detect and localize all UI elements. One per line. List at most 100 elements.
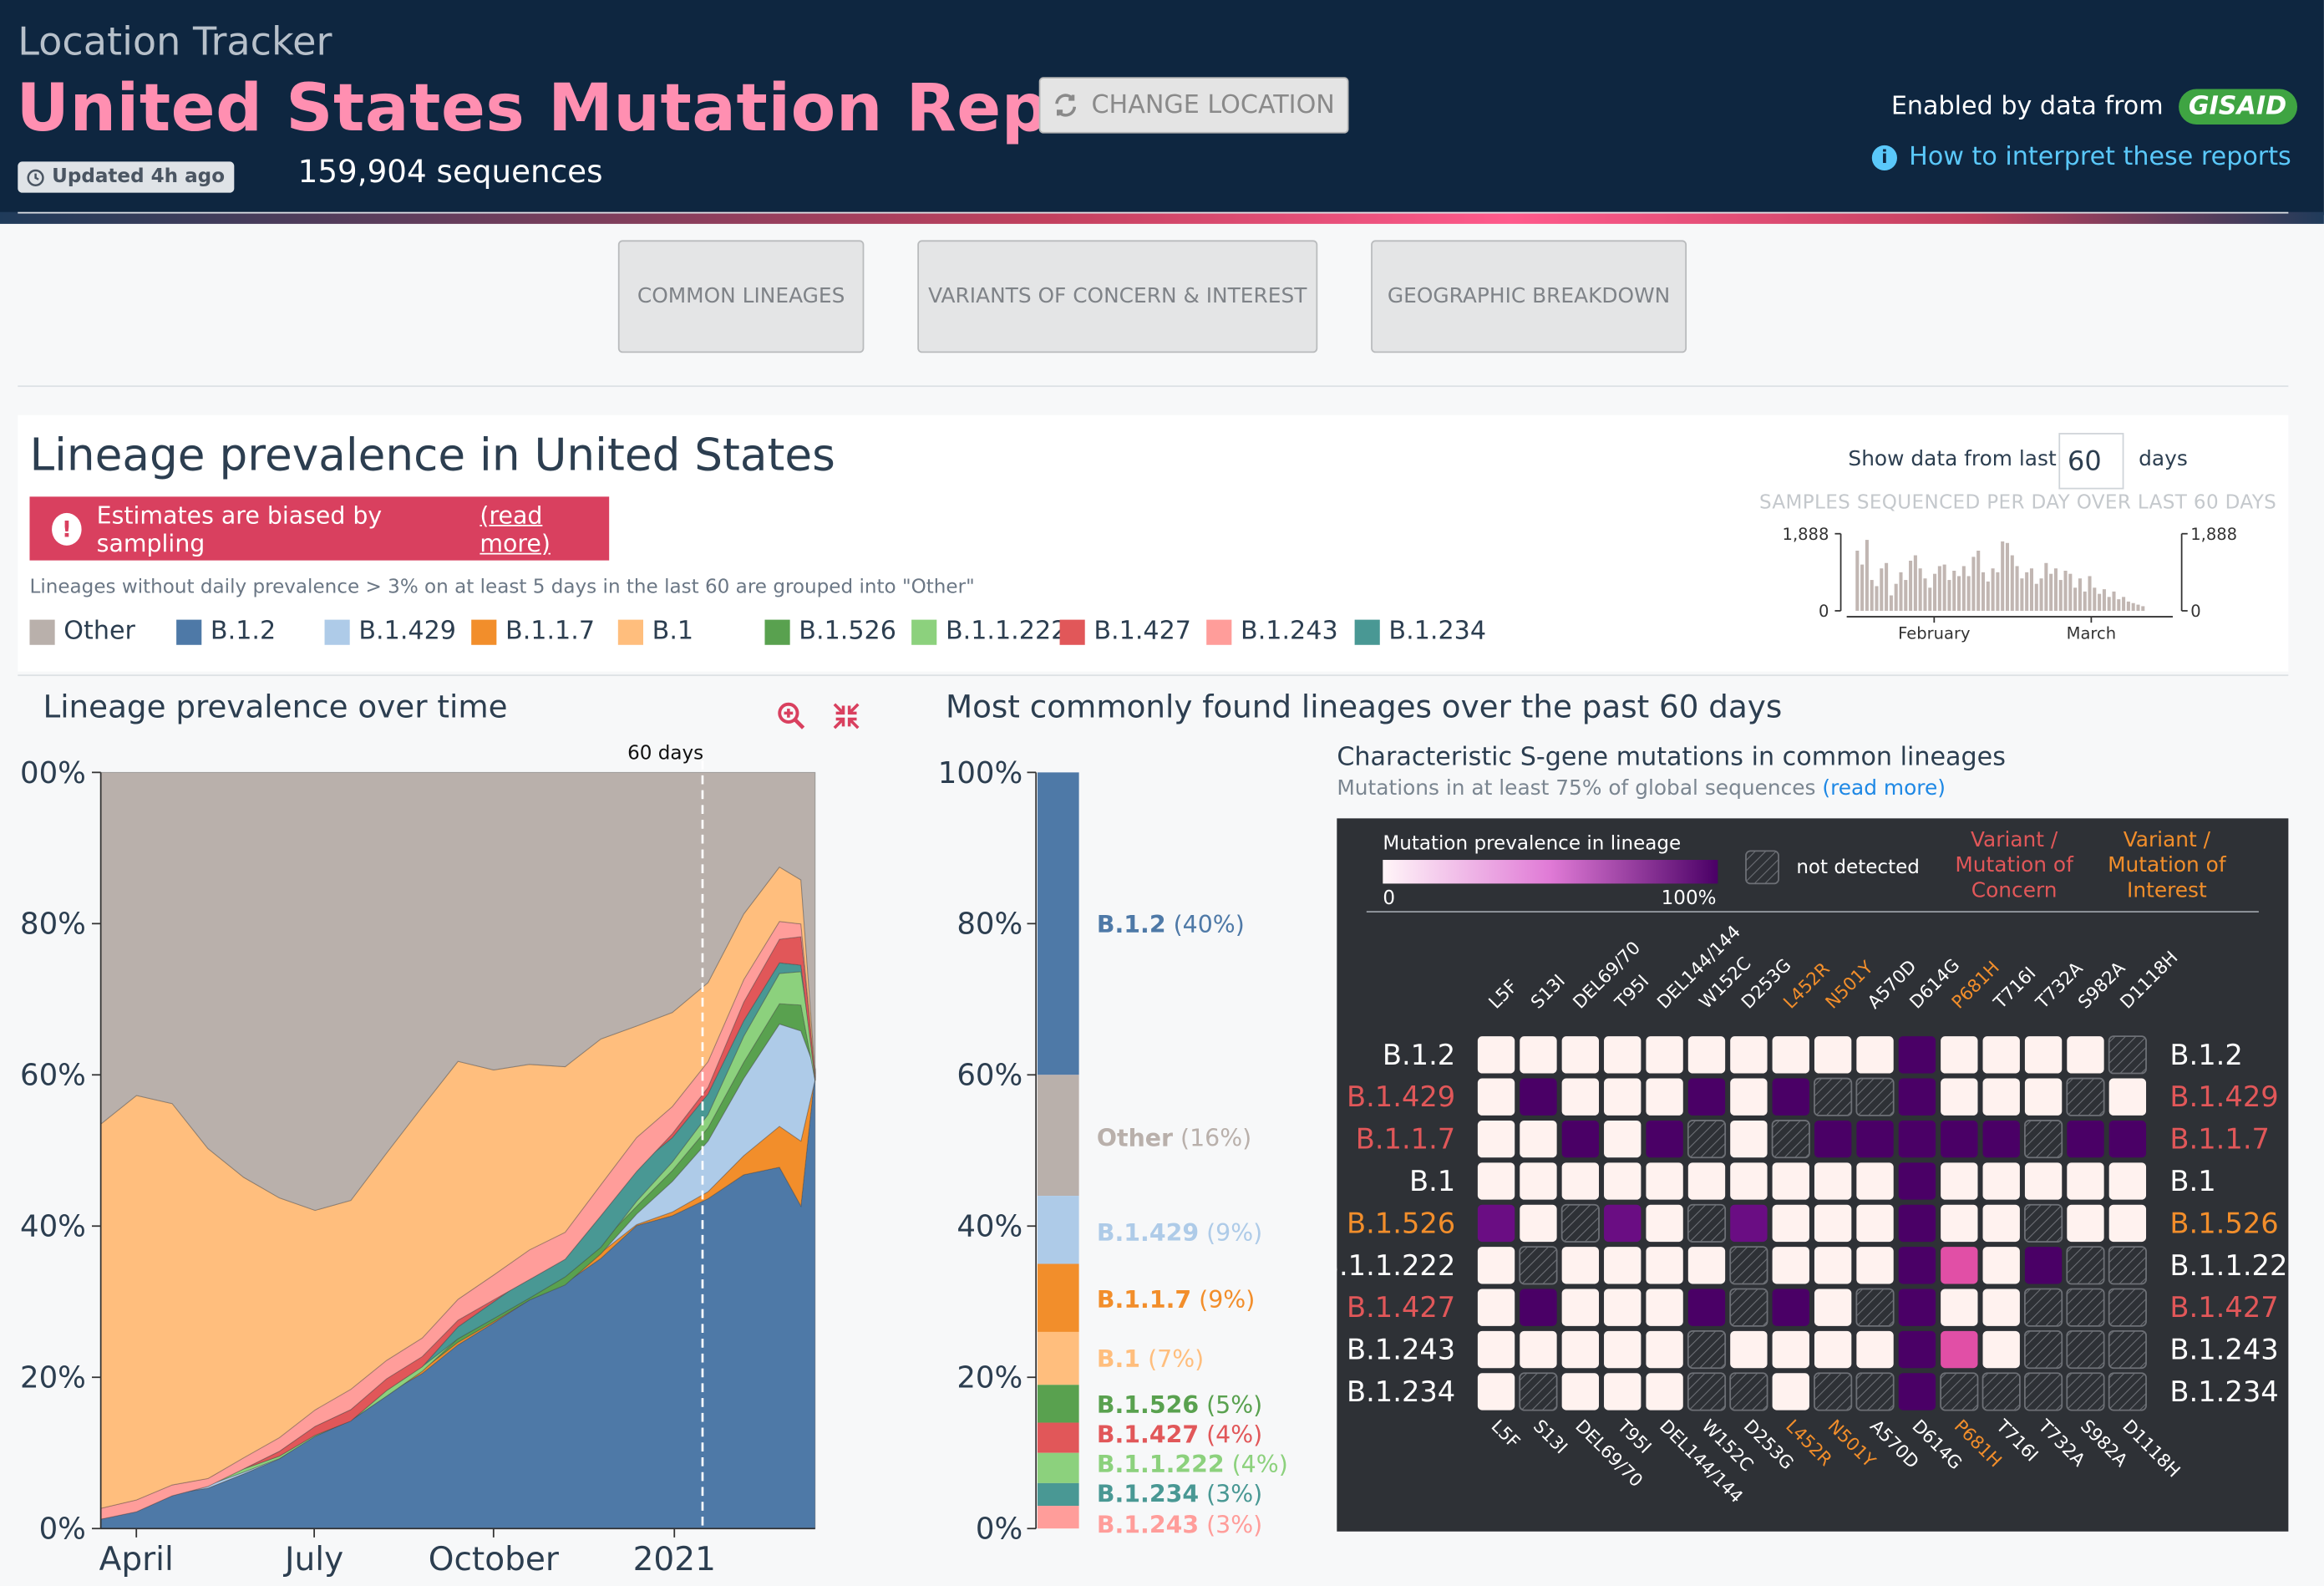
heatmap-cell[interactable] xyxy=(1898,1289,1936,1326)
heatmap-cell[interactable] xyxy=(2024,1120,2063,1159)
heatmap-cell[interactable] xyxy=(1520,1289,1557,1326)
heatmap-cell[interactable] xyxy=(1856,1204,1894,1243)
heatmap-cell[interactable] xyxy=(1856,1036,1894,1074)
heatmap-cell[interactable] xyxy=(1855,1372,1895,1411)
legend-item[interactable]: B.1.243 xyxy=(1206,617,1338,647)
heatmap-cell[interactable] xyxy=(1604,1289,1642,1326)
tab-geographic[interactable]: GEOGRAPHIC BREAKDOWN xyxy=(1371,240,1687,353)
heatmap-cell[interactable] xyxy=(1855,1077,1895,1116)
heatmap-cell[interactable] xyxy=(1477,1078,1515,1116)
heatmap-cell[interactable] xyxy=(1646,1247,1683,1284)
heatmap-cell[interactable] xyxy=(1729,1288,1768,1327)
heatmap-cell[interactable] xyxy=(1982,1204,2020,1243)
heatmap-cell[interactable] xyxy=(1561,1078,1600,1116)
heatmap-cell[interactable] xyxy=(1561,1373,1600,1411)
heatmap-cell[interactable] xyxy=(1814,1289,1852,1326)
heatmap-cell[interactable] xyxy=(2066,1329,2105,1370)
heatmap-cell[interactable] xyxy=(1771,1120,1810,1159)
heatmap-cell[interactable] xyxy=(2108,1372,2147,1411)
heatmap-cell[interactable] xyxy=(2066,1288,2105,1327)
heatmap-cell[interactable] xyxy=(1982,1330,2020,1369)
heatmap-cell[interactable] xyxy=(2067,1204,2104,1243)
heatmap-cell[interactable] xyxy=(1520,1162,1557,1200)
heatmap-cell[interactable] xyxy=(2108,1162,2147,1200)
heatmap-cell[interactable] xyxy=(1477,1120,1515,1158)
heatmap-cell[interactable] xyxy=(1687,1289,1726,1326)
heatmap-cell[interactable] xyxy=(1477,1036,1515,1074)
legend-item[interactable]: B.1.2 xyxy=(176,617,276,647)
tab-common-lineages[interactable]: COMMON LINEAGES xyxy=(617,240,865,353)
gisaid-logo[interactable]: GISAID xyxy=(2178,89,2297,125)
heatmap-cell[interactable] xyxy=(2024,1288,2063,1327)
heatmap-cell[interactable] xyxy=(2024,1372,2063,1411)
heatmap-cell[interactable] xyxy=(1898,1036,1936,1074)
heatmap-cell[interactable] xyxy=(1772,1373,1809,1411)
bar-segment-b-1[interactable] xyxy=(1037,1331,1079,1385)
heatmap-cell[interactable] xyxy=(1772,1204,1809,1243)
legend-item[interactable]: B.1.429 xyxy=(324,617,456,647)
heatmap-cell[interactable] xyxy=(2067,1120,2104,1158)
legend-item[interactable]: B.1.427 xyxy=(1059,617,1191,647)
heatmap-cell[interactable] xyxy=(1982,1162,2020,1200)
heatmap-cell[interactable] xyxy=(1814,1120,1852,1158)
days-input[interactable]: 60 xyxy=(2058,433,2124,490)
heatmap-cell[interactable] xyxy=(1604,1204,1642,1243)
heatmap-cell[interactable] xyxy=(1520,1330,1557,1369)
heatmap-cell[interactable] xyxy=(1519,1372,1558,1411)
heatmap-cell[interactable] xyxy=(2066,1372,2105,1411)
heatmap-cell[interactable] xyxy=(1772,1247,1809,1284)
heatmap-cell[interactable] xyxy=(1898,1204,1936,1243)
heatmap-cell[interactable] xyxy=(1730,1078,1768,1116)
interpret-link[interactable]: i How to interpret these reports xyxy=(1871,142,2291,172)
legend-item[interactable]: B.1 xyxy=(617,617,693,647)
heatmap-cell[interactable] xyxy=(1604,1373,1642,1411)
bar-segment-b-1-2[interactable] xyxy=(1037,772,1079,1075)
bar-segment-b-1-1-7[interactable] xyxy=(1037,1263,1079,1332)
heatmap-cell[interactable] xyxy=(1520,1036,1557,1074)
heatmap-cell[interactable] xyxy=(1730,1330,1768,1369)
heatmap-cell[interactable] xyxy=(1730,1120,1768,1158)
heatmap-cell[interactable] xyxy=(1772,1289,1809,1326)
heatmap-cell[interactable] xyxy=(1560,1203,1600,1243)
change-location-button[interactable]: CHANGE LOCATION xyxy=(1038,77,1349,134)
heatmap-cell[interactable] xyxy=(2108,1120,2147,1158)
heatmap-cell[interactable] xyxy=(1646,1330,1683,1369)
zoom-in-icon[interactable] xyxy=(777,701,806,738)
heatmap-cell[interactable] xyxy=(1561,1036,1600,1074)
heatmap-cell[interactable] xyxy=(1729,1246,1768,1285)
heatmap-cell[interactable] xyxy=(1604,1330,1642,1369)
heatmap-cell[interactable] xyxy=(1855,1288,1895,1327)
legend-item[interactable]: B.1.526 xyxy=(764,617,896,647)
heatmap-cell[interactable] xyxy=(2024,1247,2063,1284)
heatmap-cell[interactable] xyxy=(1814,1036,1852,1074)
legend-item[interactable]: Other xyxy=(29,617,135,647)
heatmap-cell[interactable] xyxy=(1561,1247,1600,1284)
heatmap-cell[interactable] xyxy=(1477,1330,1515,1369)
legend-item[interactable]: B.1.1.222 xyxy=(911,617,1067,647)
heatmap-cell[interactable] xyxy=(1856,1120,1894,1158)
heatmap-cell[interactable] xyxy=(2108,1329,2147,1370)
heatmap-cell[interactable] xyxy=(1941,1120,1978,1158)
legend-item[interactable]: B.1.1.7 xyxy=(471,617,595,647)
heatmap-cell[interactable] xyxy=(1687,1329,1727,1370)
heatmap-cell[interactable] xyxy=(1687,1203,1727,1243)
heatmap-cell[interactable] xyxy=(1730,1204,1768,1243)
heatmap-cell[interactable] xyxy=(2024,1036,2063,1074)
heatmap-cell[interactable] xyxy=(1604,1162,1642,1200)
heatmap-cell[interactable] xyxy=(1814,1204,1852,1243)
heatmap-cell[interactable] xyxy=(1519,1246,1558,1285)
heatmap-cell[interactable] xyxy=(1982,1289,2020,1326)
heatmap-cell[interactable] xyxy=(1941,1330,1978,1369)
heatmap-cell[interactable] xyxy=(2108,1035,2147,1075)
heatmap-cell[interactable] xyxy=(1772,1036,1809,1074)
heatmap-cell[interactable] xyxy=(1772,1330,1809,1369)
heatmap-cell[interactable] xyxy=(1646,1289,1683,1326)
heatmap-cell[interactable] xyxy=(1856,1162,1894,1200)
bar-segment-b-1-427[interactable] xyxy=(1037,1422,1079,1453)
heatmap-cell[interactable] xyxy=(1814,1330,1852,1369)
heatmap-cell[interactable] xyxy=(1898,1247,1936,1284)
mutations-read-more-link[interactable]: (read more) xyxy=(1822,777,1946,801)
heatmap-cell[interactable] xyxy=(1982,1036,2020,1074)
heatmap-cell[interactable] xyxy=(1772,1078,1809,1116)
heatmap-cell[interactable] xyxy=(2108,1246,2147,1285)
